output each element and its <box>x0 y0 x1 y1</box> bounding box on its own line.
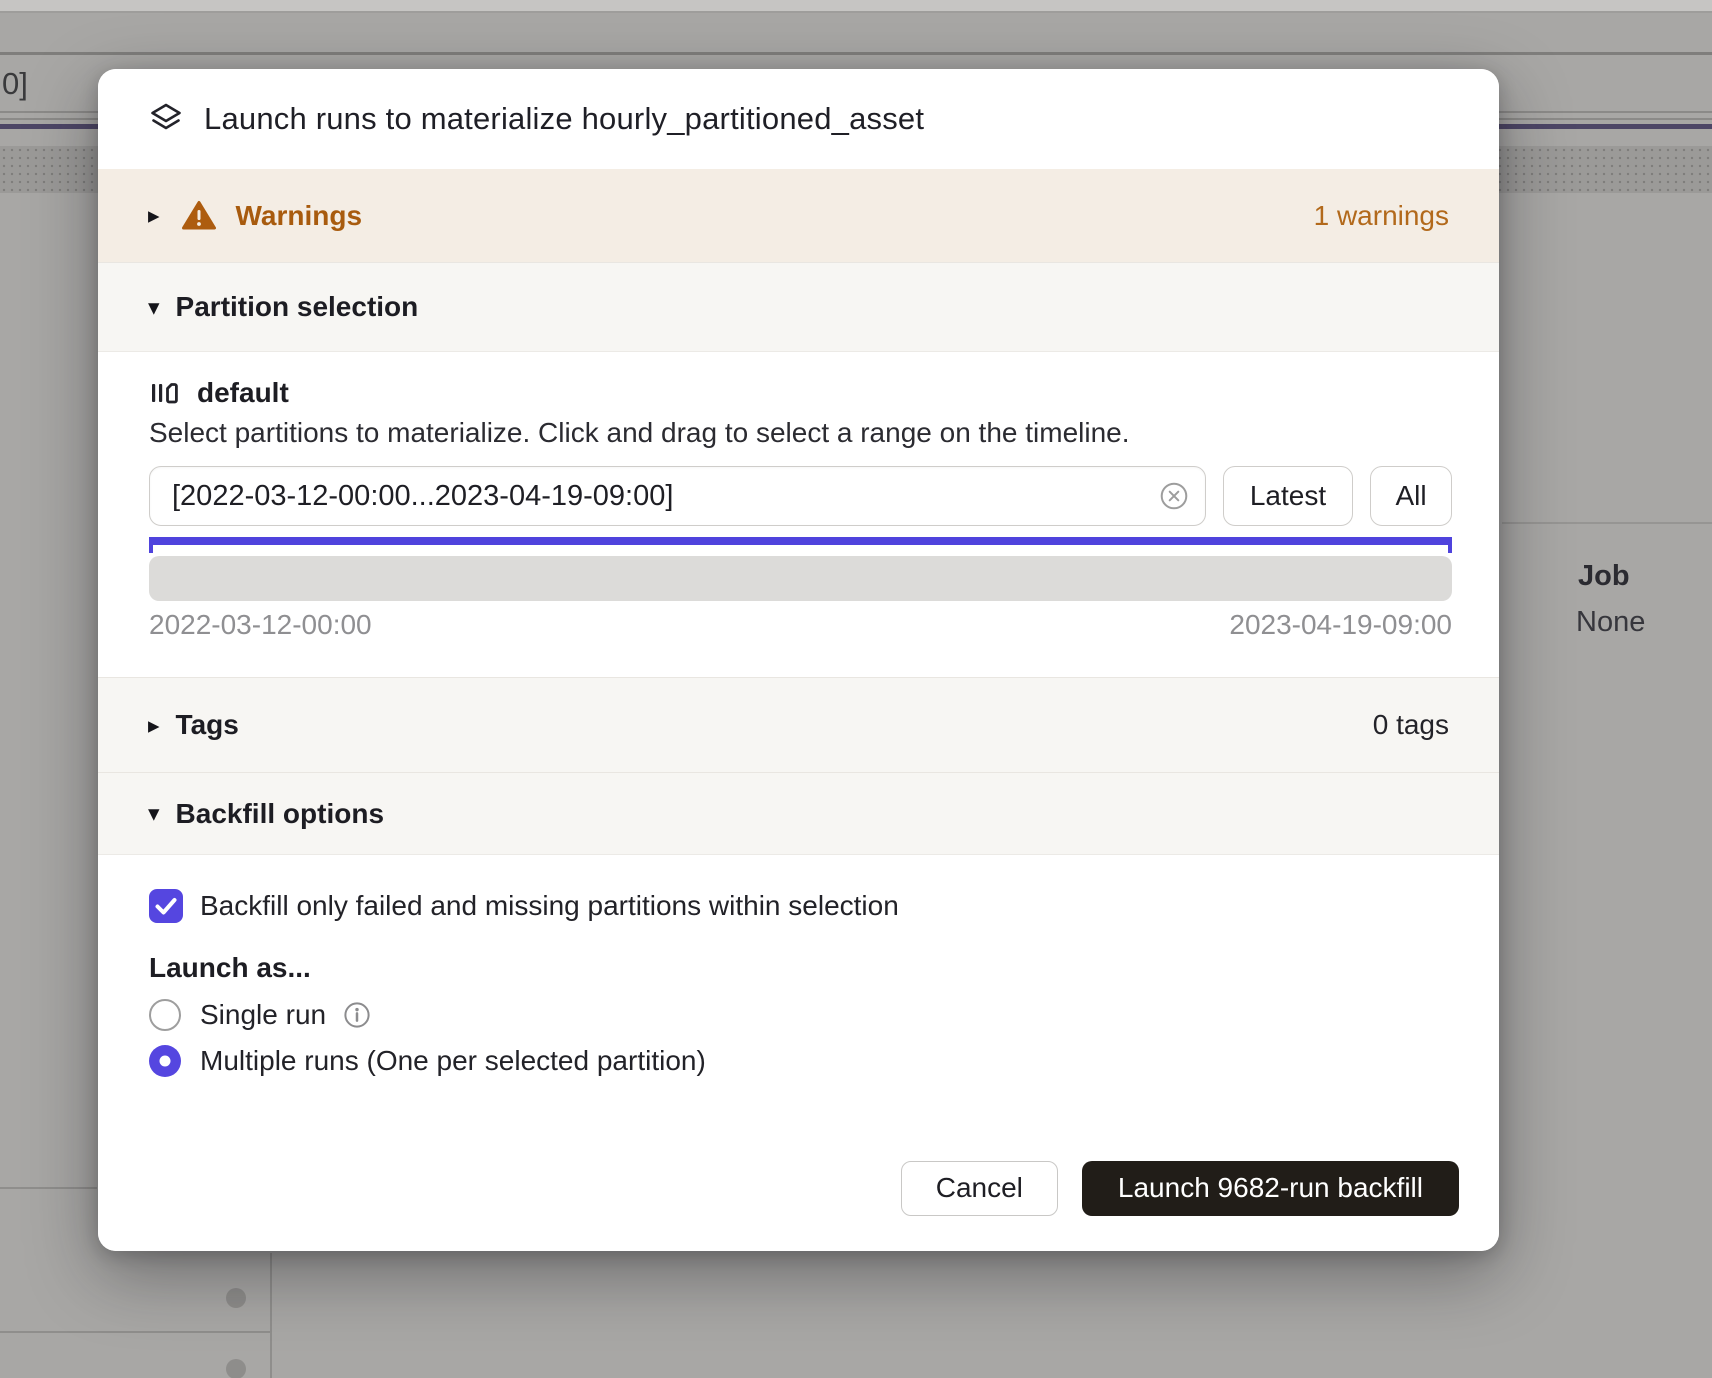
background-divider <box>0 52 1712 55</box>
launch-backfill-button[interactable]: Launch 9682-run backfill <box>1082 1161 1459 1216</box>
partition-selection-content: default Select partitions to materialize… <box>98 352 1499 677</box>
background-job-column-header: Job <box>1578 560 1630 593</box>
latest-button[interactable]: Latest <box>1223 466 1353 526</box>
partition-dimension-row: default <box>149 378 1452 408</box>
warnings-label: Warnings <box>236 200 363 232</box>
clear-input-button[interactable] <box>1158 480 1190 512</box>
background-status-dot <box>226 1288 246 1308</box>
backfill-only-failed-label: Backfill only failed and missing partiti… <box>200 890 899 922</box>
timeline-selection-range-bar[interactable] <box>149 537 1452 553</box>
tags-title: Tags <box>176 709 239 741</box>
timeline-start-label: 2022-03-12-00:00 <box>149 609 372 641</box>
circle-x-icon <box>1159 481 1189 511</box>
partition-range-input-wrap <box>149 466 1206 526</box>
partition-range-input[interactable] <box>149 466 1206 526</box>
partition-input-row: Latest All <box>149 466 1452 526</box>
caret-right-icon <box>148 714 160 737</box>
cancel-button[interactable]: Cancel <box>901 1161 1058 1216</box>
launch-as-label: Launch as... <box>149 951 1452 985</box>
caret-down-icon <box>148 296 160 319</box>
background-divider <box>1502 522 1712 524</box>
single-run-info-button[interactable] <box>343 1001 371 1029</box>
partition-selection-section-header[interactable]: Partition selection <box>98 262 1499 352</box>
multiple-runs-label: Multiple runs (One per selected partitio… <box>200 1045 706 1077</box>
background-top-band <box>0 0 1712 13</box>
backfill-options-section-header[interactable]: Backfill options <box>98 772 1499 855</box>
backfill-only-failed-row: Backfill only failed and missing partiti… <box>149 889 1452 923</box>
all-button[interactable]: All <box>1370 466 1452 526</box>
tags-section-header[interactable]: Tags 0 tags <box>98 677 1499 772</box>
partition-selection-title: Partition selection <box>176 291 419 323</box>
background-row-divider <box>0 1331 270 1333</box>
partition-timeline[interactable] <box>149 556 1452 601</box>
background-column-divider <box>270 1253 272 1378</box>
info-circle-icon <box>343 1001 371 1029</box>
checkmark-icon <box>149 889 183 923</box>
single-run-option-row: Single run <box>149 999 1452 1031</box>
backfill-only-failed-checkbox[interactable] <box>149 889 183 923</box>
backfill-options-title: Backfill options <box>176 798 384 830</box>
warnings-section-header[interactable]: Warnings 1 warnings <box>98 169 1499 262</box>
dialog-footer: Cancel Launch 9682-run backfill <box>98 1125 1499 1251</box>
single-run-radio[interactable] <box>149 999 181 1031</box>
warning-triangle-icon <box>182 200 216 231</box>
background-status-dot <box>226 1359 246 1378</box>
single-run-label: Single run <box>200 999 326 1031</box>
backfill-options-content: Backfill only failed and missing partiti… <box>98 855 1499 1125</box>
partition-set-icon <box>149 378 179 408</box>
layers-icon <box>148 101 184 137</box>
multiple-runs-option-row: Multiple runs (One per selected partitio… <box>149 1045 1452 1077</box>
caret-right-icon <box>148 204 160 227</box>
caret-down-icon <box>148 802 160 825</box>
partition-dimension-name: default <box>197 377 289 409</box>
timeline-date-labels: 2022-03-12-00:00 2023-04-19-09:00 <box>149 609 1452 641</box>
background-row-divider <box>0 1187 97 1189</box>
timeline-end-label: 2023-04-19-09:00 <box>1229 609 1452 641</box>
launch-backfill-dialog: Launch runs to materialize hourly_partit… <box>98 69 1499 1251</box>
tags-count-badge: 0 tags <box>1373 709 1449 741</box>
dialog-title: Launch runs to materialize hourly_partit… <box>204 101 924 137</box>
warnings-count-badge: 1 warnings <box>1314 200 1449 232</box>
background-job-value: None <box>1576 606 1645 639</box>
multiple-runs-radio[interactable] <box>149 1045 181 1077</box>
partition-selection-description: Select partitions to materialize. Click … <box>149 416 1452 450</box>
background-clipped-text: 0] <box>2 66 28 102</box>
dialog-header: Launch runs to materialize hourly_partit… <box>98 69 1499 169</box>
